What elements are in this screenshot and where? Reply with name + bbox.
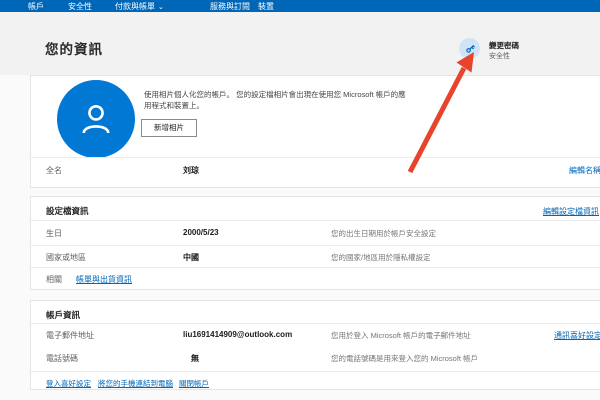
- nav-item-payments-label: 付款與帳單: [115, 2, 155, 11]
- nav-item-devices[interactable]: 裝置: [258, 0, 274, 12]
- divider: [31, 245, 600, 246]
- related-label: 相關: [46, 275, 62, 284]
- sign-in-preferences-link[interactable]: 登入喜好設定: [46, 378, 91, 389]
- full-name-value: 刘琼: [183, 166, 199, 175]
- edit-name-link[interactable]: 編輯名稱: [569, 165, 600, 176]
- divider: [31, 267, 600, 268]
- country-value: 中國: [183, 253, 199, 262]
- change-password-label: 變更密碼: [489, 41, 519, 50]
- nav-item-security[interactable]: 安全性: [68, 0, 92, 12]
- birthday-description: 您的出生日期用於帳戶安全設定: [331, 229, 436, 238]
- change-password-sublabel: 安全性: [489, 53, 510, 60]
- nav-item-subscriptions[interactable]: 服務與訂閱: [210, 0, 250, 12]
- top-navigation-bar: 帳戶 安全性 付款與帳單 ⌄ 服務與訂閱 裝置: [0, 0, 600, 12]
- country-label: 國家或地區: [46, 253, 86, 262]
- divider: [31, 157, 600, 158]
- chevron-down-icon: ⌄: [158, 4, 164, 11]
- key-icon: [465, 44, 475, 53]
- divider: [31, 220, 600, 221]
- birthday-value: 2000/5/23: [183, 228, 219, 237]
- account-info-header: 帳戶資訊: [46, 310, 81, 320]
- photo-description: 使用相片個人化您的帳戶。 您的設定檔相片會出現在使用您 Microsoft 帳戶…: [144, 90, 406, 110]
- email-value: liu1691414909@outlook.com: [183, 330, 293, 339]
- phone-label: 電話號碼: [46, 354, 78, 363]
- profile-info-header: 設定檔資訊: [46, 206, 89, 216]
- profile-photo-card: 使用相片個人化您的帳戶。 您的設定檔相片會出現在使用您 Microsoft 帳戶…: [30, 75, 600, 188]
- close-account-link[interactable]: 關閉帳戶: [179, 378, 209, 389]
- communication-preferences-link[interactable]: 通訊喜好設定: [554, 330, 600, 341]
- edit-profile-info-link[interactable]: 編輯設定檔資訊: [543, 206, 599, 217]
- link-phone-to-pc-link[interactable]: 將您的手機連結到電腦: [98, 378, 173, 389]
- email-label: 電子郵件地址: [46, 331, 94, 340]
- avatar[interactable]: [57, 80, 135, 158]
- person-icon: [82, 105, 110, 134]
- billing-shipping-info-link[interactable]: 帳單與出貨資訊: [76, 274, 132, 285]
- page-title: 您的資訊: [45, 42, 103, 57]
- add-photo-button[interactable]: 新增相片: [141, 119, 197, 137]
- profile-info-card: 設定檔資訊 編輯設定檔資訊 生日 2000/5/23 您的出生日期用於帳戶安全設…: [30, 196, 600, 290]
- nav-item-payments[interactable]: 付款與帳單 ⌄: [115, 0, 164, 12]
- full-name-label: 全名: [46, 166, 62, 175]
- phone-description: 您的電話號碼是用來登入您的 Microsoft 帳戶: [331, 354, 479, 363]
- country-description: 您的國家/地區用於隱私權設定: [331, 253, 431, 262]
- divider: [31, 323, 600, 324]
- phone-value: 無: [191, 354, 199, 363]
- account-info-card: 帳戶資訊 電子郵件地址 liu1691414909@outlook.com 您用…: [30, 300, 600, 390]
- nav-item-account[interactable]: 帳戶: [28, 0, 44, 12]
- change-password-button[interactable]: [459, 38, 480, 59]
- birthday-label: 生日: [46, 229, 62, 238]
- email-description: 您用於登入 Microsoft 帳戶的電子郵件地址: [331, 331, 471, 340]
- divider: [31, 371, 600, 372]
